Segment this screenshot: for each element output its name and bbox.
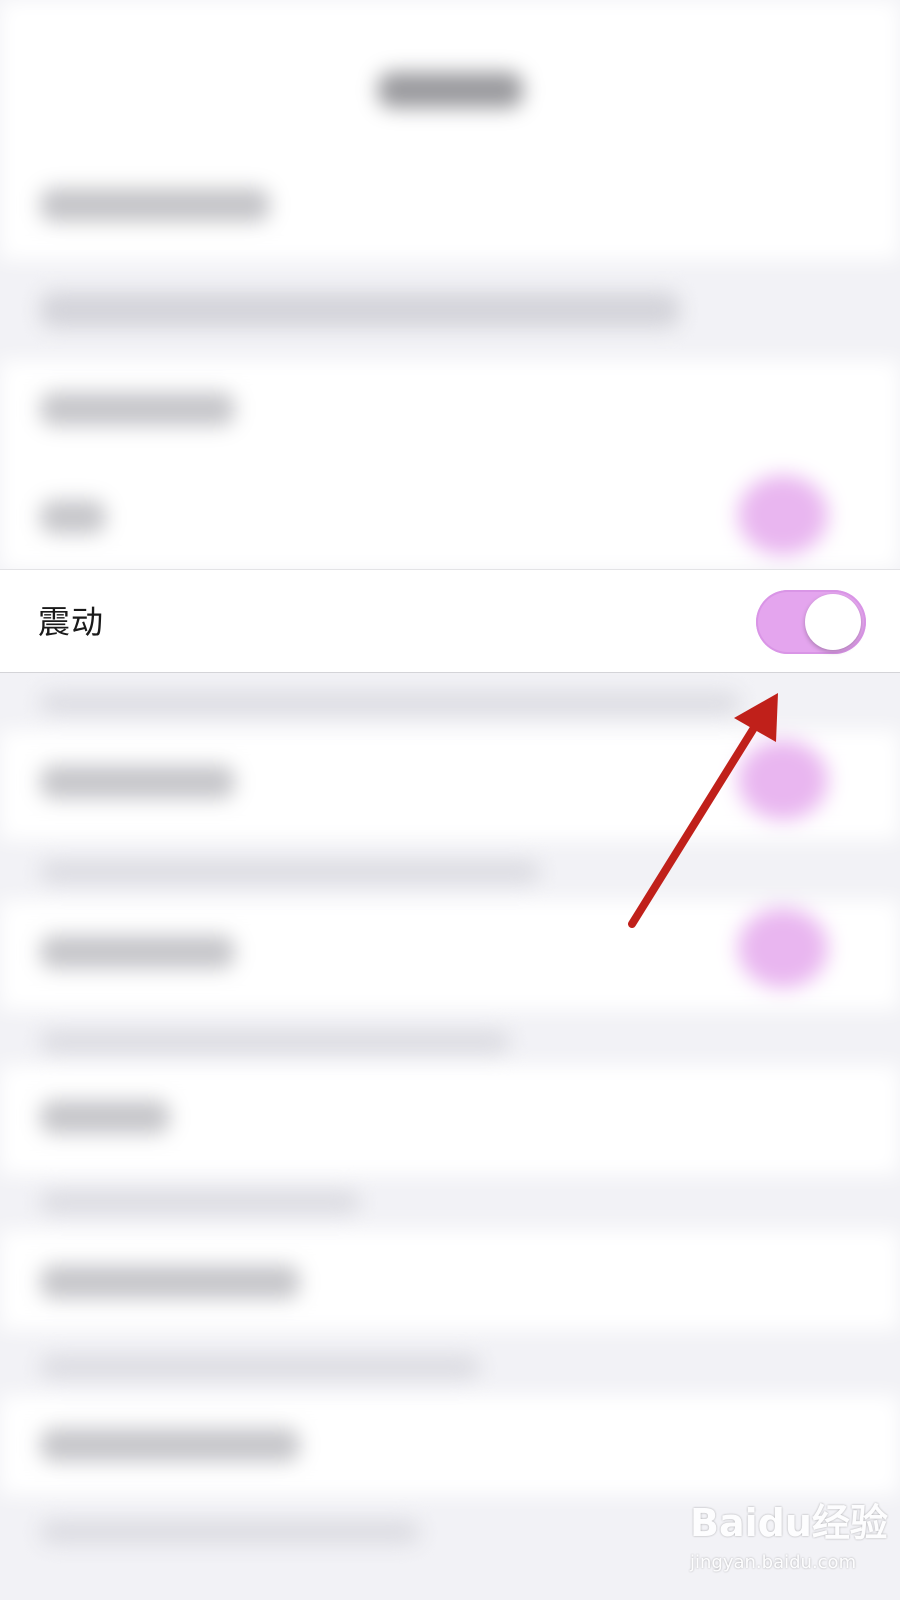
blurred-toggle bbox=[738, 475, 828, 555]
blurred-text bbox=[40, 500, 106, 534]
vibration-toggle[interactable] bbox=[756, 590, 866, 654]
watermark-url: jingyan.baidu.com bbox=[690, 1552, 857, 1573]
blurred-text bbox=[40, 1428, 300, 1462]
blurred-text bbox=[40, 860, 540, 884]
toggle-knob bbox=[805, 594, 861, 650]
blurred-title bbox=[378, 72, 523, 108]
blurred-background bbox=[0, 0, 900, 1600]
blurred-text bbox=[40, 1100, 170, 1134]
blurred-text bbox=[40, 292, 680, 328]
watermark-brand: Baidu经验 bbox=[690, 1501, 888, 1545]
blurred-text bbox=[40, 188, 270, 222]
blurred-text bbox=[40, 1355, 480, 1379]
blurred-text bbox=[40, 1520, 420, 1544]
blurred-text bbox=[40, 1190, 360, 1214]
blurred-text bbox=[40, 392, 235, 426]
watermark: Baidu经验 jingyan.baidu.com bbox=[690, 1500, 890, 1590]
vibration-setting-row: 震动 bbox=[0, 569, 900, 673]
blurred-text bbox=[40, 765, 235, 799]
blurred-text bbox=[40, 1030, 510, 1054]
blurred-text bbox=[40, 692, 740, 714]
blurred-toggle bbox=[738, 908, 828, 988]
blurred-text bbox=[40, 1265, 300, 1299]
vibration-label: 震动 bbox=[38, 603, 105, 641]
blurred-toggle bbox=[738, 740, 828, 820]
blurred-text bbox=[40, 935, 235, 969]
